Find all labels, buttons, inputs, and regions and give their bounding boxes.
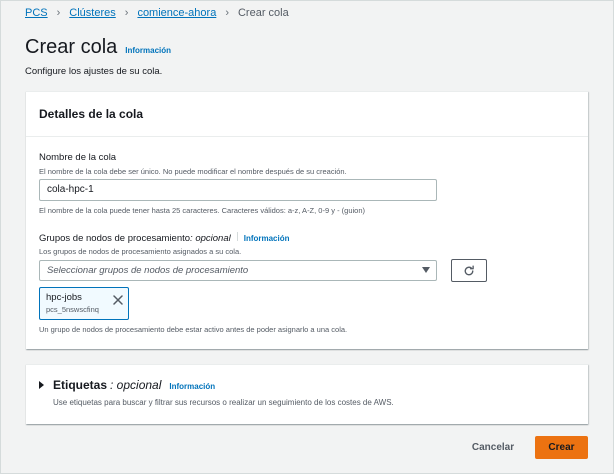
tags-description: Use etiquetas para buscar y filtrar sus … [53,398,394,407]
groups-label-row: Grupos de nodos de procesamiento : opcio… [39,232,290,244]
tags-optional: : opcional [110,378,162,392]
chevron-right-icon: › [56,7,61,19]
refresh-icon [464,264,474,275]
groups-optional: : opcional [190,233,231,244]
page-header: Crear cola Información [25,36,171,59]
tags-title: Etiquetas [53,378,108,392]
breadcrumb-current: Crear cola [237,7,289,19]
panel-header: Detalles de la cola [26,92,588,137]
info-link[interactable]: Información [125,46,171,55]
tags-expander[interactable]: Etiquetas : opcional Información [53,378,215,392]
queue-name-input[interactable]: cola-hpc-1 [39,179,437,201]
queue-name-constraint: El nombre de la cola puede tener hasta 2… [39,206,365,215]
breadcrumb: PCS › Clústeres › comience-ahora › Crear… [25,7,289,19]
groups-label: Grupos de nodos de procesamiento [39,233,191,244]
page-title: Crear cola [25,36,118,58]
groups-description: Los grupos de nodos de procesamiento asi… [39,247,242,256]
chevron-down-icon [422,267,430,273]
refresh-button[interactable] [451,259,487,282]
breadcrumb-clusters[interactable]: Clústeres [69,7,115,19]
breadcrumb-cluster[interactable]: comience-ahora [137,7,216,19]
queue-name-label: Nombre de la cola [39,152,117,163]
close-icon[interactable] [113,292,123,310]
panel-title: Detalles de la cola [39,107,144,121]
chevron-right-icon: › [225,7,229,19]
chevron-right-icon: › [124,7,129,19]
caret-right-icon[interactable] [39,381,44,389]
page-description: Configure los ajustes de su cola. [25,66,163,77]
groups-info-link[interactable]: Información [244,234,290,243]
cancel-button[interactable]: Cancelar [462,437,524,458]
groups-note: Un grupo de nodos de procesamiento debe … [39,325,348,334]
groups-select[interactable]: Seleccionar grupos de nodos de procesami… [39,260,437,281]
tags-info-link[interactable]: Información [169,382,215,391]
tags-panel: Etiquetas : opcional Información Use eti… [26,364,588,424]
queue-name-description: El nombre de la cola debe ser único. No … [39,167,347,176]
selected-group-token: hpc-jobs pcs_5nswscfinq [39,287,129,320]
create-button[interactable]: Crear [535,436,588,459]
queue-details-panel: Detalles de la cola Nombre de la cola El… [26,91,588,349]
divider [236,232,238,241]
breadcrumb-pcs[interactable]: PCS [25,7,48,19]
groups-select-placeholder: Seleccionar grupos de nodos de procesami… [47,265,249,276]
